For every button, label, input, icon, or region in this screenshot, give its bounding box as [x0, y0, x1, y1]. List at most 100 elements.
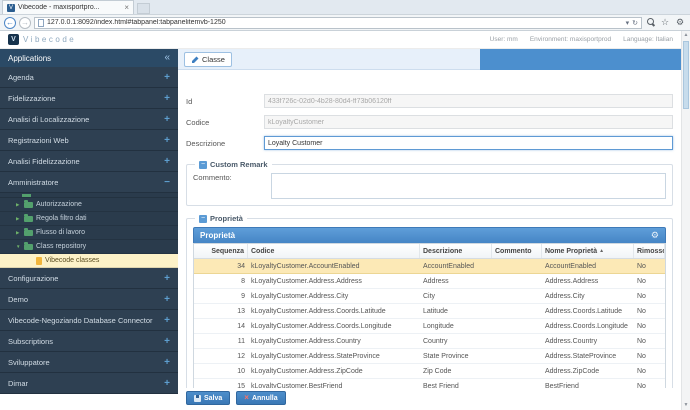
sidebar-item-label: Subscriptions [8, 337, 53, 346]
expand-icon: + [160, 315, 170, 326]
table-cell: 13 [194, 304, 248, 318]
table-cell [492, 289, 542, 303]
fieldset-collapse-icon[interactable]: − [199, 161, 207, 169]
logo-mark-icon: V [8, 34, 19, 45]
sidebar-item-configurazione[interactable]: Configurazione + [0, 268, 178, 289]
table-row[interactable]: 13kLoyaltyCustomer.Address.Coords.Latitu… [194, 304, 665, 319]
table-cell: kLoyaltyCustomer.Address.StateProvince [248, 349, 420, 363]
sidebar-collapse-icon[interactable]: « [164, 53, 170, 63]
browser-tab[interactable]: V Vibecode - maxisportpro... × [2, 0, 134, 14]
commento-textarea[interactable] [271, 173, 666, 199]
sidebar-item-analisi-di-localizzazione[interactable]: Analisi di Localizzazione + [0, 109, 178, 130]
sidebar-title: Applications [8, 54, 51, 63]
commento-row: Commento: [193, 173, 666, 199]
save-button[interactable]: Salva [186, 391, 230, 405]
table-row[interactable]: 8kLoyaltyCustomer.Address.AddressAddress… [194, 274, 665, 289]
sidebar-item-agenda[interactable]: Agenda + [0, 67, 178, 88]
table-row[interactable]: 9kLoyaltyCustomer.Address.CityCityAddres… [194, 289, 665, 304]
expand-icon: + [160, 378, 170, 389]
sidebar-item-fidelizzazione[interactable]: Fidelizzazione + [0, 88, 178, 109]
classe-button[interactable]: Classe [184, 52, 232, 67]
scroll-down-icon[interactable]: ▼ [682, 401, 690, 410]
tree-item-flusso-di-lavoro[interactable]: ▶ Flusso di lavoro [0, 226, 178, 240]
sidebar-item-label: Amministratore [8, 178, 58, 187]
user-link[interactable]: User: mm [490, 36, 518, 43]
grid-settings-gear-icon[interactable]: ⚙ [651, 231, 659, 240]
column-header-commento[interactable]: Commento [492, 244, 542, 258]
tree-item-clipped[interactable] [0, 193, 178, 198]
browser-window: V Vibecode - maxisportpro... × ← → 127.0… [0, 0, 690, 410]
tree-item-vibecode-classes[interactable]: Vibecode classes [0, 254, 178, 268]
browser-nav-bar: ← → 127.0.0.1:8092/index.html#tabpanel:t… [0, 15, 690, 31]
column-header-codice[interactable]: Codice [248, 244, 420, 258]
field-row-codice: Codice [186, 115, 673, 129]
sidebar-item-analisi-fidelizzazione[interactable]: Analisi Fidelizzazione + [0, 151, 178, 172]
column-header-descrizione[interactable]: Descrizione [420, 244, 492, 258]
tree-item-label: Flusso di lavoro [36, 229, 85, 236]
column-header-nome-propriet[interactable]: Nome Proprietà▲ [542, 244, 634, 258]
expand-icon: + [160, 135, 170, 146]
tree-arrow-icon: ▶ [16, 216, 21, 222]
table-cell: 34 [194, 259, 248, 273]
column-label: Nome Proprietà [545, 248, 597, 255]
table-row[interactable]: 12kLoyaltyCustomer.Address.StateProvince… [194, 349, 665, 364]
window-scrollbar[interactable]: ▲ ▼ [681, 31, 690, 410]
address-bar[interactable]: 127.0.0.1:8092/index.html#tabpanel:tabpa… [34, 17, 642, 29]
sidebar-item-demo[interactable]: Demo + [0, 289, 178, 310]
autocomplete-dropdown-icon[interactable]: ▾ [626, 19, 630, 27]
folder-icon [24, 216, 33, 222]
table-row[interactable]: 10kLoyaltyCustomer.Address.ZipCodeZip Co… [194, 364, 665, 379]
file-icon [36, 257, 42, 265]
favorites-star-icon[interactable]: ☆ [659, 18, 671, 27]
sidebar-item-sviluppatore[interactable]: Sviluppatore + [0, 352, 178, 373]
table-row[interactable]: 14kLoyaltyCustomer.Address.Coords.Longit… [194, 319, 665, 334]
tree-item-class-repository[interactable]: ▼ Class repository [0, 240, 178, 254]
proprieta-panel: Proprietà ⚙ SequenzaCodiceDescrizioneCom… [193, 227, 666, 388]
fieldset-collapse-icon[interactable]: − [199, 215, 207, 223]
settings-gear-icon[interactable]: ⚙ [674, 18, 686, 27]
tab-close-icon[interactable]: × [124, 4, 129, 12]
header-links: User: mm Environment: maxisportprod Lang… [490, 36, 673, 43]
sidebar-item-vibecode-negoziando-database-connector[interactable]: Vibecode-Negoziando Database Connector + [0, 310, 178, 331]
forward-button[interactable]: → [19, 17, 31, 29]
table-cell: 9 [194, 289, 248, 303]
search-icon[interactable] [645, 17, 656, 28]
tree-item-label: Class repository [36, 243, 86, 250]
column-label: Descrizione [423, 248, 462, 255]
table-cell: Address [420, 274, 492, 288]
tree-item-autorizzazione[interactable]: ▶ Autorizzazione [0, 198, 178, 212]
column-header-sequenza[interactable]: Sequenza [194, 244, 248, 258]
environment-link[interactable]: Environment: maxisportprod [530, 36, 611, 43]
sidebar-item-registrazioni-web[interactable]: Registrazioni Web + [0, 130, 178, 151]
column-header-rimosso[interactable]: Rimosso [634, 244, 665, 258]
refresh-icon[interactable]: ↻ [632, 19, 638, 27]
language-link[interactable]: Language: Italian [623, 36, 673, 43]
back-button[interactable]: ← [4, 17, 16, 29]
table-row[interactable]: 34kLoyaltyCustomer.AccountEnabledAccount… [194, 259, 665, 274]
table-row[interactable]: 15kLoyaltyCustomer.BestFriendBest Friend… [194, 379, 665, 388]
custom-remark-fieldset: − Custom Remark Commento: [186, 164, 673, 206]
table-cell: No [634, 334, 665, 348]
sidebar-item-subscriptions[interactable]: Subscriptions + [0, 331, 178, 352]
new-tab-button[interactable] [137, 3, 150, 14]
favicon: V [7, 4, 15, 12]
sidebar-item-label: Dimar [8, 379, 28, 388]
scroll-up-icon[interactable]: ▲ [682, 31, 690, 40]
table-row[interactable]: 11kLoyaltyCustomer.Address.CountryCountr… [194, 334, 665, 349]
descrizione-field[interactable] [264, 136, 673, 150]
sidebar-item-label: Analisi Fidelizzazione [8, 157, 80, 166]
expand-icon: + [160, 156, 170, 167]
table-cell: Zip Code [420, 364, 492, 378]
tree-item-regola-filtro-dati[interactable]: ▶ Regola filtro dati [0, 212, 178, 226]
save-button-label: Salva [204, 395, 222, 402]
table-cell: kLoyaltyCustomer.Address.City [248, 289, 420, 303]
sidebar-item-amministratore[interactable]: Amministratore − [0, 172, 178, 193]
table-cell: kLoyaltyCustomer.BestFriend [248, 379, 420, 388]
table-cell: No [634, 349, 665, 363]
scrollbar-thumb[interactable] [683, 41, 689, 109]
logo-text: Vibecode [23, 35, 76, 44]
table-cell: Best Friend [420, 379, 492, 388]
expand-icon: + [160, 336, 170, 347]
sidebar-item-dimar[interactable]: Dimar + [0, 373, 178, 394]
cancel-button[interactable]: × Annulla [236, 391, 285, 405]
